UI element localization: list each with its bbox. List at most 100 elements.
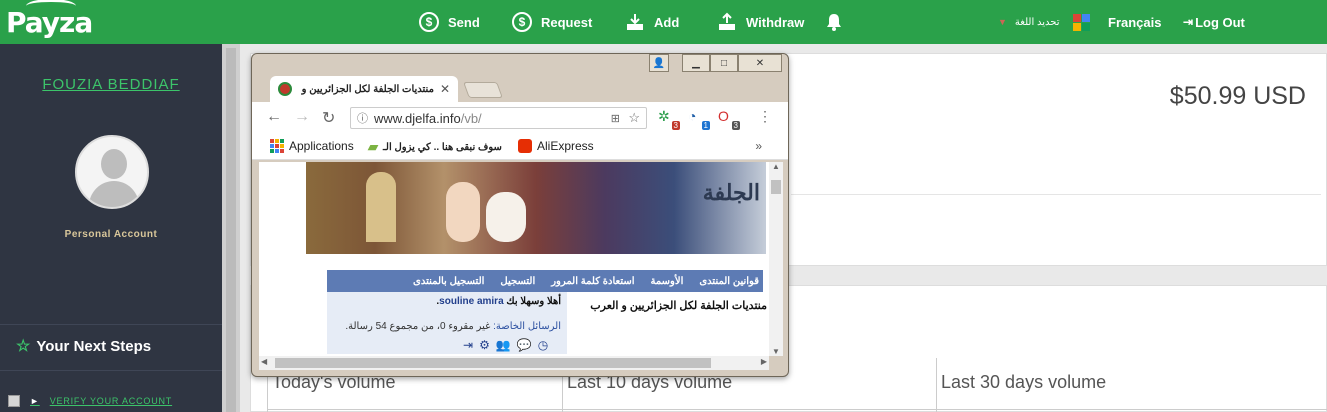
forum-nav-link[interactable]: قوانين المنتدى — [699, 276, 759, 287]
dropdown-arrow-icon: ▼ — [998, 17, 1007, 27]
verify-account-item[interactable]: ► VERIFY YOUR ACCOUNT — [8, 395, 172, 407]
close-window-button[interactable]: ✕ — [738, 54, 782, 72]
private-messages-count: غير مقروء 0، من مجموع 54 رسالة. — [345, 321, 491, 332]
reload-icon[interactable]: ↻ — [322, 108, 335, 128]
card-divider — [791, 194, 1321, 195]
bookmark-applications[interactable]: Applications — [270, 139, 354, 153]
nav-send[interactable]: $ Send — [418, 0, 480, 44]
language-french-link[interactable]: Français — [1073, 0, 1161, 44]
forum-nav-link[interactable]: التسجيل — [500, 276, 535, 287]
dollar-coin-icon: $ — [418, 11, 440, 33]
clock-icon[interactable]: ◷ — [538, 338, 548, 352]
forward-arrow-icon[interactable]: → — [294, 108, 310, 126]
forum-nav-link[interactable]: استعادة كلمة المرور — [551, 276, 634, 287]
web-page-viewport[interactable]: الجلفة قوانين المنتدى الأوسمة استعادة كل… — [259, 162, 769, 356]
top-navigation-bar: Payza $ Send $ Request Add Withdraw ▼ تح… — [0, 0, 1327, 44]
browser-tab[interactable]: منتديات الجلفة لكل الجزائريين و ✕ — [270, 76, 458, 102]
sidebar-divider — [0, 324, 222, 325]
nav-withdraw[interactable]: Withdraw — [716, 0, 804, 44]
forum-title: منتديات الجلفة لكل الجزائريين و العرب — [590, 300, 767, 312]
browser-window[interactable]: 👤 ▁ □ ✕ منتديات الجلفة لكل الجزائريين و … — [251, 53, 789, 377]
language-select[interactable]: ▼ تحديد اللغة — [998, 0, 1060, 44]
back-arrow-icon[interactable]: ← — [266, 108, 282, 126]
language-select-label: تحديد اللغة — [1014, 16, 1060, 28]
opera-extension-icon[interactable]: O3 — [718, 108, 740, 130]
bookmark-forum[interactable]: ▰ سوف نبقى هنا .. كي يزول الـ — [368, 139, 502, 155]
nav-withdraw-label: Withdraw — [746, 14, 805, 30]
logout-icon: ⇥ — [1183, 15, 1194, 29]
welcome-message: أهلا وسهلا بك souline amira. — [436, 296, 561, 307]
aliexpress-icon — [518, 139, 532, 153]
maximize-button[interactable]: □ — [710, 54, 738, 72]
browser-toolbar: ← → ↻ ⓘ www.djelfa.info/vb/ ⊞ ☆ ✲ 3 ◔ 1 O3… — [252, 102, 788, 132]
dollar-coin-icon: $ — [511, 11, 533, 33]
account-type-label: Personal Account — [64, 229, 158, 240]
info-icon: ⓘ — [357, 113, 368, 125]
site-favicon-icon — [278, 82, 292, 96]
page-vertical-scrollbar[interactable]: ▲ ▼ — [769, 162, 783, 356]
private-messages-link[interactable]: الرسائل الخاصة: — [493, 321, 561, 332]
nav-request[interactable]: $ Request — [511, 0, 592, 44]
scrollbar-thumb[interactable] — [275, 358, 711, 368]
child-shape — [486, 192, 526, 242]
nav-add[interactable]: Add — [624, 0, 679, 44]
upload-tray-icon — [716, 11, 738, 33]
minimize-button[interactable]: ▁ — [682, 54, 710, 72]
notifications-bell-icon[interactable] — [826, 0, 842, 44]
welcome-username[interactable]: souline amira — [439, 296, 503, 307]
sidebar-scrollbar-thumb[interactable] — [226, 48, 236, 412]
translate-icon[interactable]: ⊞ — [611, 112, 620, 125]
checkbox[interactable] — [8, 395, 20, 407]
extension-badge: 1 — [701, 121, 710, 130]
avatar[interactable] — [75, 135, 149, 209]
address-bar[interactable]: ⓘ www.djelfa.info/vb/ ⊞ ☆ — [350, 107, 647, 129]
scroll-right-icon[interactable]: ▶ — [761, 357, 767, 366]
nav-send-label: Send — [448, 14, 480, 30]
nav-add-label: Add — [654, 14, 680, 30]
profile-icon[interactable]: 👤 — [649, 54, 669, 72]
forum-logo: الجلفة — [702, 180, 760, 205]
forum-nav-bar: قوانين المنتدى الأوسمة استعادة كلمة المر… — [327, 270, 763, 292]
apps-grid-icon — [270, 139, 284, 153]
logout-button[interactable]: ⇥ Log Out — [1183, 0, 1245, 44]
next-steps-label: Your Next Steps — [36, 337, 152, 355]
close-tab-icon[interactable]: ✕ — [440, 82, 450, 96]
avatar-head — [101, 149, 127, 179]
user-name-link[interactable]: FOUZIA BEDDIAF — [0, 76, 222, 93]
account-balance: $50.99 USD — [1169, 82, 1306, 110]
scrollbar-thumb[interactable] — [771, 180, 781, 194]
forum-nav-link[interactable]: التسجيل بالمنتدى — [413, 276, 484, 287]
bookmark-aliexpress[interactable]: AliExpress — [518, 139, 594, 153]
verify-account-link[interactable]: VERIFY YOUR ACCOUNT — [50, 396, 172, 406]
private-messages-info: الرسائل الخاصة: غير مقروء 0، من مجموع 54… — [333, 321, 561, 332]
settings-gear-icon[interactable]: ⚙ — [479, 338, 490, 352]
table-border — [936, 358, 937, 412]
download-tray-icon — [624, 11, 646, 33]
minaret-shape — [366, 172, 396, 242]
welcome-prefix: أهلا وسهلا بك — [506, 296, 561, 307]
more-bookmarks-icon[interactable]: » — [755, 139, 762, 153]
bookmark-star-icon[interactable]: ☆ — [628, 110, 640, 126]
extension-icon[interactable]: ◔ 1 — [688, 108, 710, 130]
payza-logo[interactable]: Payza — [6, 0, 93, 39]
add-friend-icon[interactable]: 👥 — [496, 338, 511, 352]
nav-request-label: Request — [541, 14, 593, 30]
logout-icon[interactable]: ⇥ — [463, 338, 473, 352]
welcome-box: أهلا وسهلا بك souline amira. الرسائل الخ… — [327, 292, 567, 354]
user-icon-row: ⇥ ⚙ 👥 💬 ◷ — [463, 338, 548, 352]
tab-title: منتديات الجلفة لكل الجزائريين و — [301, 83, 434, 95]
scroll-up-icon[interactable]: ▲ — [772, 162, 780, 171]
forum-banner-image: الجلفة — [306, 162, 766, 254]
menu-kebab-icon[interactable]: ⋮ — [758, 108, 772, 125]
url-host: www.djelfa.info — [374, 110, 461, 126]
page-horizontal-scrollbar[interactable]: ◀ ▶ — [259, 356, 769, 370]
scroll-down-icon[interactable]: ▼ — [772, 347, 780, 356]
forum-nav-link[interactable]: الأوسمة — [651, 276, 684, 287]
scroll-left-icon[interactable]: ◀ — [261, 357, 267, 366]
new-tab-button[interactable] — [463, 82, 503, 98]
extension-icon[interactable]: ✲ 3 — [658, 108, 680, 130]
chat-icon[interactable]: 💬 — [517, 338, 532, 352]
arrow-right-icon: ► — [30, 396, 40, 406]
star-icon: ☆ — [16, 338, 31, 355]
bookmark-label: Applications — [289, 139, 354, 153]
